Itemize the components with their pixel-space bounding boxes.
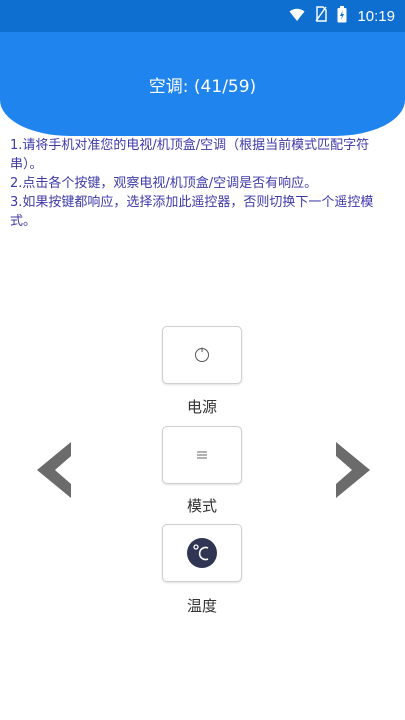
power-key-label: 电源 — [186, 398, 217, 416]
chevron-left-icon — [37, 442, 71, 498]
battery-icon — [337, 5, 347, 27]
mode-icon — [197, 451, 207, 459]
header-bar: 空调: (41/59) — [0, 32, 405, 136]
chevron-right-icon — [336, 442, 370, 498]
power-icon — [195, 347, 209, 362]
next-remote-button[interactable] — [333, 440, 373, 500]
no-sim-icon — [315, 6, 328, 26]
celsius-icon — [187, 538, 217, 568]
instruction-step-1: 1.请将手机对准您的电视/机顶盒/空调（根据当前模式匹配字符串）。 — [10, 138, 370, 172]
instruction-step-3: 3.如果按键都响应，选择添加此遥控器，否则切换下一个遥控模式。 — [10, 195, 374, 229]
temperature-key-button[interactable] — [162, 524, 242, 582]
mode-key-button[interactable] — [162, 426, 242, 484]
wifi-icon — [289, 7, 305, 26]
power-key-button[interactable] — [162, 326, 242, 384]
instructions: 1.请将手机对准您的电视/机顶盒/空调（根据当前模式匹配字符串）。 2.点击各个… — [10, 136, 398, 231]
instruction-step-2: 2.点击各个按键，观察电视/机顶盒/空调是否有响应。 — [10, 176, 318, 191]
status-time: 10:19 — [357, 7, 395, 25]
page-title: 空调: (41/59) — [148, 77, 257, 97]
temperature-key-label: 温度 — [186, 597, 217, 615]
status-bar: 10:19 — [0, 0, 405, 32]
prev-remote-button[interactable] — [34, 440, 74, 500]
mode-key-label: 模式 — [186, 497, 217, 515]
